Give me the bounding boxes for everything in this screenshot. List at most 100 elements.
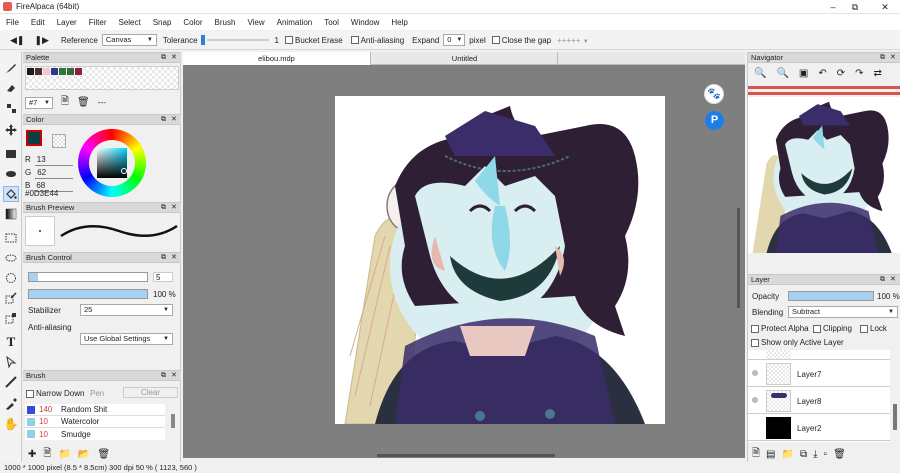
undock-icon[interactable]: ⧉	[880, 53, 885, 63]
dot-tool-icon[interactable]	[3, 100, 19, 116]
antialiasing-checkbox[interactable]: Anti-aliasing	[350, 36, 404, 45]
next-frame-icon[interactable]: ❚▶	[34, 35, 48, 46]
lock-checkbox[interactable]: Lock	[860, 324, 887, 333]
rectangle-tool-icon[interactable]	[3, 146, 19, 162]
canvas-vertical-scrollbar[interactable]	[737, 208, 740, 308]
new-8bit-layer-icon[interactable]: ▤	[766, 449, 775, 460]
color-picker-cursor[interactable]	[121, 168, 127, 174]
layer-row[interactable]: Layer8	[748, 388, 890, 414]
new-page-icon[interactable]: 🗎	[61, 94, 69, 111]
navigator-preview[interactable]	[748, 97, 900, 253]
brush-tool-icon[interactable]	[3, 60, 19, 76]
hex-value[interactable]: #0D3E44	[25, 189, 58, 198]
maximize-icon[interactable]: ⧉	[848, 1, 862, 13]
palette-swatch[interactable]	[59, 68, 66, 75]
new-layer-icon[interactable]: 🗎	[752, 446, 760, 463]
tolerance-slider-handle[interactable]	[200, 35, 205, 45]
palette-swatch[interactable]	[35, 68, 42, 75]
undock-icon[interactable]: ⧉	[161, 253, 166, 263]
select-eraser-tool-icon[interactable]	[3, 310, 19, 326]
visibility-icon[interactable]	[752, 397, 758, 403]
mascot-icon[interactable]: 🐾	[704, 84, 724, 104]
cloud-p-icon[interactable]: P	[705, 111, 724, 130]
palette-index-select[interactable]: #7 ▼	[25, 96, 53, 109]
close-icon[interactable]: ✕	[878, 1, 892, 13]
undock-icon[interactable]: ⧉	[880, 275, 885, 285]
rotate-right-icon[interactable]: ↷	[855, 68, 863, 79]
color-wheel[interactable]	[78, 129, 146, 197]
show-only-active-checkbox[interactable]: Show only Active Layer	[751, 338, 844, 347]
narrow-down-checkbox[interactable]: Narrow Down	[26, 389, 84, 398]
close-gap-checkbox[interactable]: Close the gap	[491, 36, 551, 45]
lasso-tool-icon[interactable]	[3, 250, 19, 266]
palette-swatch[interactable]	[43, 68, 50, 75]
drawing-canvas[interactable]	[335, 96, 665, 424]
lasso-fill-tool-icon[interactable]	[3, 166, 19, 182]
palette-dashes[interactable]: ---	[98, 98, 106, 107]
menu-brush[interactable]: Brush	[209, 18, 242, 27]
tab-untitled[interactable]: Untitled	[372, 52, 558, 65]
undock-icon[interactable]: ⧉	[161, 115, 166, 125]
select-tool-icon[interactable]	[3, 230, 19, 246]
bucket-erase-checkbox[interactable]: Bucket Erase	[285, 36, 343, 45]
menu-tool[interactable]: Tool	[318, 18, 345, 27]
folder-icon[interactable]: 📁	[58, 449, 70, 460]
close-panel-icon[interactable]: ✕	[171, 115, 177, 125]
brush-filter-pen[interactable]: Pen	[90, 389, 104, 398]
menu-layer[interactable]: Layer	[51, 18, 83, 27]
brush-item[interactable]: 10 Watercolor	[25, 416, 165, 428]
merge-down-icon[interactable]: ⤓	[813, 449, 817, 460]
palette-swatch[interactable]	[67, 68, 74, 75]
folder-open-icon[interactable]: 📂	[78, 449, 90, 460]
undock-icon[interactable]: ⧉	[161, 203, 166, 213]
tab-elibou[interactable]: elibou.mdp	[183, 52, 371, 65]
layer-row-partial[interactable]	[748, 350, 890, 360]
add-brush-icon[interactable]: ✚	[28, 449, 36, 460]
canvas-horizontal-scrollbar[interactable]	[377, 454, 555, 457]
trash-icon[interactable]: 🗑	[97, 449, 110, 460]
duplicate-layer-icon[interactable]: ⧉	[800, 449, 807, 460]
rotate-left-icon[interactable]: ↶	[818, 68, 826, 79]
layer-opacity-slider[interactable]	[788, 291, 874, 301]
layer-row[interactable]: Layer7	[748, 361, 890, 387]
trash-icon[interactable]: 🗑	[77, 97, 90, 108]
menu-filter[interactable]: Filter	[83, 18, 113, 27]
clear-layer-icon[interactable]: ▫	[824, 449, 828, 460]
menu-view[interactable]: View	[241, 18, 270, 27]
undock-icon[interactable]: ⧉	[161, 53, 166, 63]
brush-clear-button[interactable]: Clear	[123, 387, 178, 398]
menu-window[interactable]: Window	[345, 18, 385, 27]
zoom-fit-icon[interactable]: ▣	[799, 68, 808, 79]
tolerance-slider[interactable]	[200, 33, 271, 47]
r-value[interactable]: 13	[37, 155, 46, 164]
magic-wand-tool-icon[interactable]	[3, 270, 19, 286]
eyedropper-tool-icon[interactable]	[3, 396, 19, 412]
zoom-out-icon[interactable]: 🔍	[776, 68, 788, 79]
brush-item[interactable]: 10 Smudge	[25, 428, 165, 440]
clipping-checkbox[interactable]: Clipping	[813, 324, 852, 333]
select-pen-tool-icon[interactable]	[3, 290, 19, 306]
protect-alpha-checkbox[interactable]: Protect Alpha	[751, 324, 809, 333]
close-panel-icon[interactable]: ✕	[171, 203, 177, 213]
hand-tool-icon[interactable]: ✋	[3, 416, 19, 432]
flip-icon[interactable]: ⇄	[874, 68, 882, 79]
zoom-in-icon[interactable]: 🔍	[754, 68, 766, 79]
g-value[interactable]: 62	[37, 168, 46, 177]
menu-animation[interactable]: Animation	[271, 18, 319, 27]
layer-row[interactable]: Layer2	[748, 415, 890, 441]
bucket-tool-icon[interactable]	[3, 186, 19, 202]
close-gap-select[interactable]: +++++ ▼	[557, 36, 589, 45]
trash-icon[interactable]: 🗑	[833, 449, 846, 460]
palette-swatch[interactable]	[51, 68, 58, 75]
move-tool-icon[interactable]	[3, 122, 19, 138]
menu-file[interactable]: File	[0, 18, 25, 27]
reference-select[interactable]: Canvas ▼	[101, 34, 157, 46]
close-panel-icon[interactable]: ✕	[890, 53, 896, 63]
blending-select[interactable]: Subtract ▼	[788, 306, 898, 318]
expand-select[interactable]: 0 ▼	[443, 34, 466, 46]
prev-frame-icon[interactable]: ◀❚	[10, 35, 24, 46]
text-tool-icon[interactable]: T	[3, 334, 19, 350]
visibility-icon[interactable]	[752, 370, 758, 376]
palette-swatch[interactable]	[27, 68, 34, 75]
layer-list-scrollbar[interactable]	[893, 404, 897, 430]
